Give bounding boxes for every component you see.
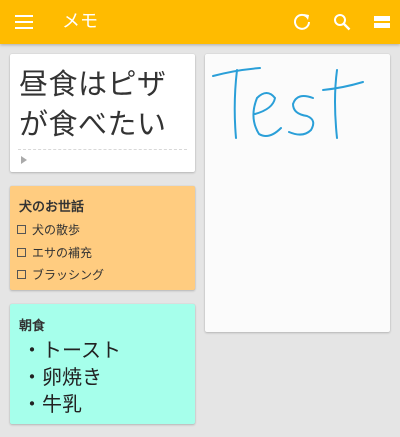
checklist-item[interactable]: 犬の散歩 <box>17 221 80 238</box>
note-card-drawing[interactable] <box>205 54 390 332</box>
checkbox[interactable] <box>17 270 26 279</box>
play-icon[interactable] <box>21 156 27 164</box>
note-card-lunch[interactable]: 昼食はピザ が食べたい <box>10 54 195 172</box>
checkbox[interactable] <box>17 248 26 257</box>
app-bar: メモ <box>0 0 400 44</box>
note-text-line: 昼食はピザ <box>19 67 167 101</box>
bullet-item: ・トースト <box>22 338 121 362</box>
note-title: 犬のお世話 <box>19 200 85 215</box>
note-text: 昼食はピザ が食べたい <box>19 64 167 144</box>
checklist-item[interactable]: ブラッシング <box>17 266 104 283</box>
checkbox[interactable] <box>17 225 26 234</box>
note-text-line: が食べたい <box>19 107 167 141</box>
note-divider <box>18 149 187 150</box>
bullet-item: ・卵焼き <box>22 365 102 389</box>
search-icon[interactable] <box>330 10 354 34</box>
note-title: 朝食 <box>19 319 46 334</box>
note-card-breakfast[interactable]: 朝食 ・トースト ・卵焼き ・牛乳 <box>10 304 195 424</box>
checklist-item-label: 犬の散歩 <box>32 223 81 237</box>
refresh-icon[interactable] <box>290 10 314 34</box>
handwriting-drawing <box>212 67 364 139</box>
app-title: メモ <box>62 11 98 32</box>
checklist-item-label: ブラッシング <box>32 268 105 282</box>
view-toggle-icon[interactable] <box>370 10 394 34</box>
checklist-item[interactable]: エサの補充 <box>17 244 92 261</box>
bullet-item: ・牛乳 <box>22 392 82 416</box>
menu-icon[interactable] <box>12 10 36 34</box>
checklist-item-label: エサの補充 <box>32 246 93 260</box>
note-card-dog-care[interactable]: 犬のお世話 犬の散歩 エサの補充 ブラッシング <box>10 186 195 290</box>
